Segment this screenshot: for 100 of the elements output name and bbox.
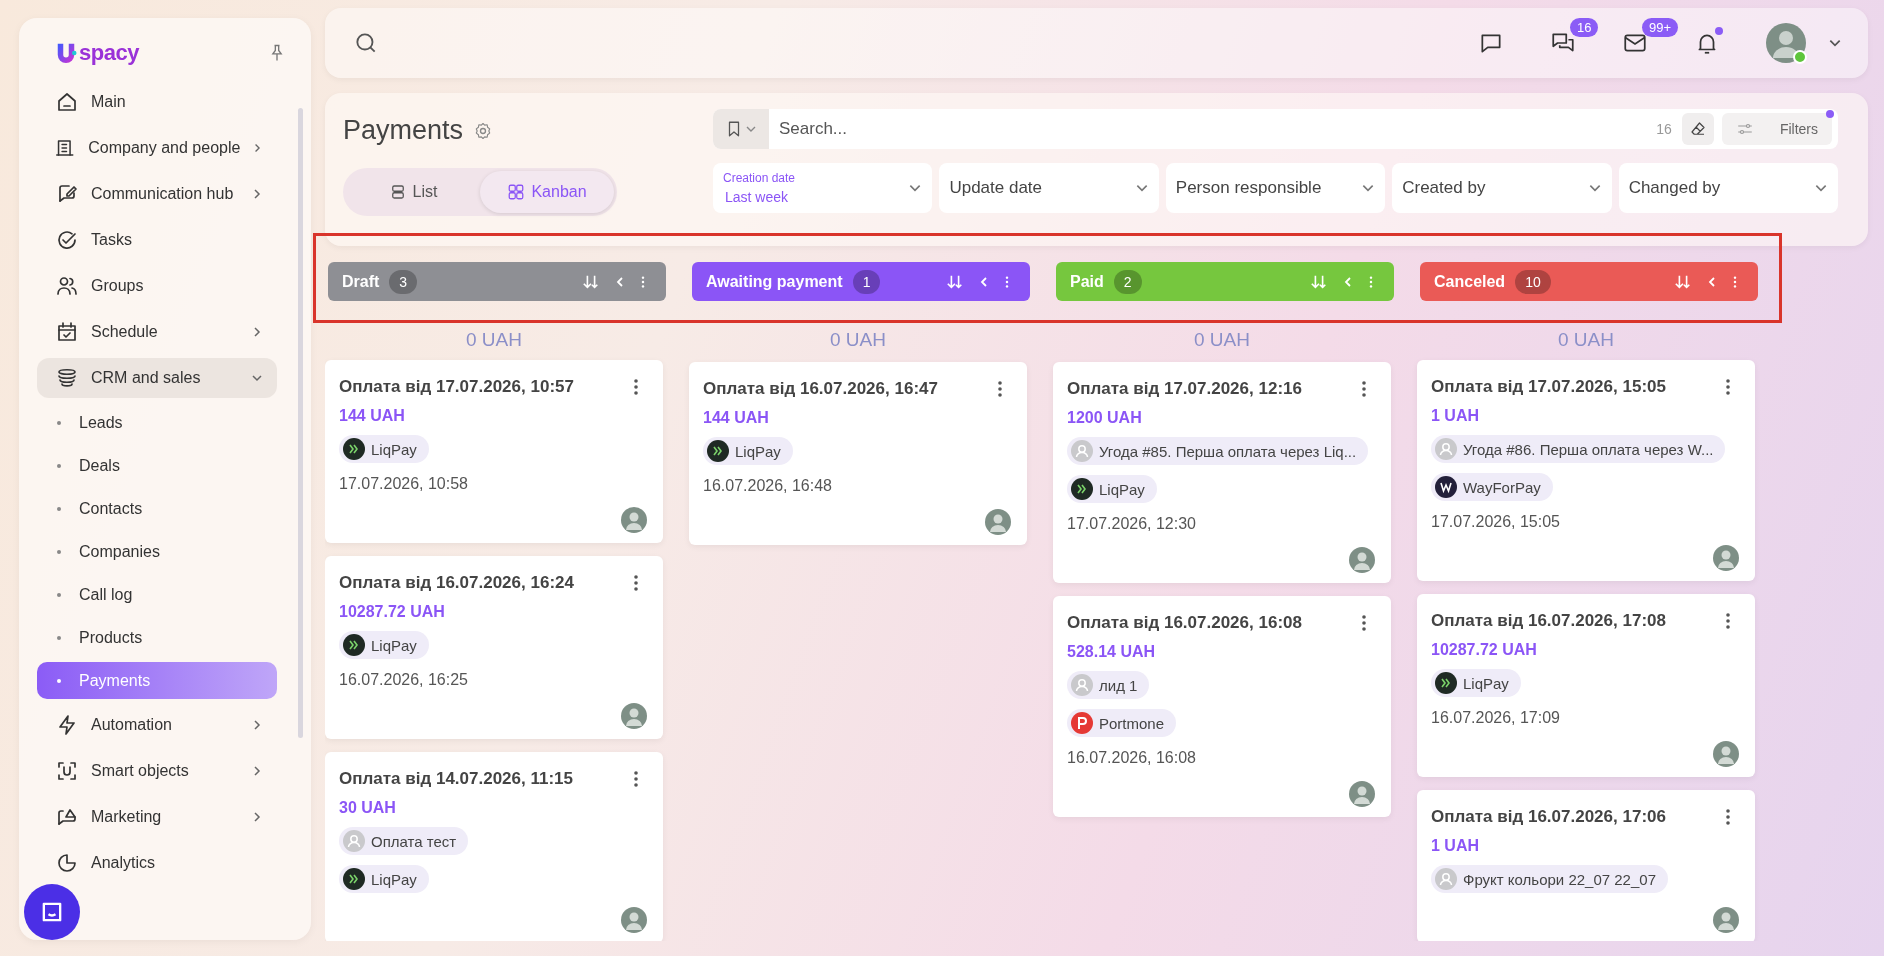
tag-chip[interactable]: LiqPay	[339, 865, 429, 893]
more-icon[interactable]	[633, 378, 639, 396]
tag-chip[interactable]: LiqPay	[1431, 669, 1521, 697]
more-icon[interactable]	[1361, 614, 1367, 632]
sidebar-subitem[interactable]: Products	[37, 619, 277, 656]
assignee-avatar-icon[interactable]	[621, 507, 647, 533]
sidebar-item[interactable]: Marketing	[37, 797, 277, 837]
payment-card[interactable]: Оплата від 16.07.2026, 17:06 1 UAH Фрукт кольори 22_07 22_07	[1417, 790, 1755, 941]
filter-dropdown[interactable]: Creation date Last week	[713, 163, 933, 213]
tag-chip[interactable]: WayForPay	[1431, 473, 1553, 501]
view-tab[interactable]: List	[346, 171, 480, 213]
more-icon[interactable]	[1725, 808, 1731, 826]
filter-dropdown[interactable]: Person responsible	[1165, 163, 1386, 213]
column-title: Canceled	[1434, 272, 1506, 291]
double-chevron-icon	[1435, 672, 1457, 694]
sidebar-subitem[interactable]: Companies	[37, 533, 277, 570]
more-icon[interactable]	[1004, 274, 1010, 289]
search-field[interactable]: Search...	[769, 119, 1657, 139]
tag-chip[interactable]: Portmone	[1067, 709, 1177, 737]
tag-chip[interactable]: LiqPay	[339, 631, 429, 659]
payment-card[interactable]: Оплата від 17.07.2026, 10:57 144 UAH LiqPay 17.07.2026, 10:58	[325, 360, 663, 543]
collapse-icon[interactable]	[1706, 275, 1718, 288]
assignee-avatar-icon[interactable]	[1349, 547, 1375, 573]
card-date: 17.07.2026, 15:05	[1431, 513, 1561, 531]
more-icon[interactable]	[1732, 274, 1738, 289]
sidebar-item[interactable]: Groups	[37, 266, 277, 306]
payment-amount: 1 UAH	[1431, 837, 1480, 855]
tag-chip[interactable]: LiqPay	[339, 435, 429, 463]
assignee-avatar-icon[interactable]	[621, 703, 647, 729]
card-title: Оплата від 14.07.2026, 11:15	[339, 769, 573, 789]
chat-support-button[interactable]	[24, 884, 80, 940]
payment-card[interactable]: Оплата від 16.07.2026, 16:47 144 UAH LiqPay 16.07.2026, 16:48	[689, 362, 1027, 545]
tag-chip[interactable]: LiqPay	[1067, 475, 1157, 503]
tag-chip[interactable]: лид 1	[1067, 671, 1150, 699]
more-icon[interactable]	[1725, 378, 1731, 396]
assignee-avatar-icon[interactable]	[1349, 781, 1375, 807]
sidebar-item[interactable]: Communication hub	[37, 174, 277, 214]
payment-card[interactable]: Оплата від 17.07.2026, 15:05 1 UAH Угода #86. Перша оплата через W... WayForPay 17.07.2026, 15:05	[1417, 360, 1755, 581]
saved-filters-button[interactable]	[713, 109, 769, 149]
tag-chip[interactable]: Угода #86. Перша оплата через W...	[1431, 435, 1726, 463]
assignee-avatar-icon[interactable]	[1713, 545, 1739, 571]
assignee-avatar-icon[interactable]	[621, 907, 647, 933]
assignee-avatar-icon[interactable]	[1713, 907, 1739, 933]
sidebar-item[interactable]: Tasks	[37, 220, 277, 260]
filter-dropdown[interactable]: Created by	[1392, 163, 1612, 213]
sidebar-item[interactable]: Main	[37, 82, 277, 122]
filter-dropdown[interactable]: Update date	[939, 163, 1159, 213]
tag-chip[interactable]: Оплата тест	[339, 827, 469, 855]
payment-card[interactable]: Оплата від 16.07.2026, 17:08 10287.72 UAH LiqPay 16.07.2026, 17:09	[1417, 594, 1755, 777]
grid-icon	[507, 183, 526, 201]
assignee-avatar-icon[interactable]	[985, 509, 1011, 535]
assignee-avatar-icon[interactable]	[1713, 741, 1739, 767]
card-title: Оплата від 17.07.2026, 12:16	[1067, 379, 1302, 399]
payment-card[interactable]: Оплата від 17.07.2026, 12:16 1200 UAH Угода #85. Перша оплата через Liq... LiqPay 17.07.2026, 12:30	[1053, 362, 1391, 583]
sidebar-item[interactable]: Schedule	[37, 312, 277, 352]
count-badge: 99+	[1642, 18, 1679, 37]
column-total: 0 UAH	[829, 329, 887, 352]
sidebar-item[interactable]: Automation	[37, 705, 277, 745]
check-circle-icon	[55, 228, 79, 252]
payment-card[interactable]: Оплата від 14.07.2026, 11:15 30 UAH Оплата тест LiqPay	[325, 752, 663, 941]
payment-amount: 528.14 UAH	[1067, 643, 1157, 661]
sidebar-item[interactable]: CRM and sales	[37, 358, 277, 398]
chevron-icon	[252, 142, 263, 154]
view-tab[interactable]: Kanban	[480, 171, 614, 213]
card-date: 16.07.2026, 16:25	[339, 671, 469, 689]
tag-chip[interactable]: LiqPay	[703, 437, 793, 465]
more-icon[interactable]	[633, 770, 639, 788]
sidebar-subitem[interactable]: Leads	[37, 404, 277, 441]
sidebar-subitem[interactable]: Deals	[37, 447, 277, 484]
search-bar[interactable]: Search... 16 Filters	[713, 109, 1838, 149]
sidebar-item[interactable]: Analytics	[37, 843, 277, 883]
more-icon[interactable]	[640, 274, 646, 289]
collapse-icon[interactable]	[978, 275, 990, 288]
chevron-icon	[251, 188, 263, 200]
more-icon[interactable]	[1725, 612, 1731, 630]
sidebar-subitem[interactable]: Call log	[37, 576, 277, 613]
double-chevron-icon	[343, 438, 365, 460]
tag-chip[interactable]: Фрукт кольори 22_07 22_07	[1431, 865, 1668, 893]
users-icon	[55, 274, 79, 298]
tag-chip[interactable]: Угода #85. Перша оплата через Liq...	[1067, 437, 1369, 465]
more-icon[interactable]	[633, 574, 639, 592]
count-badge: 10	[1515, 269, 1551, 294]
payment-card[interactable]: Оплата від 16.07.2026, 16:08 528.14 UAH лид 1 Portmone 16.07.2026, 16:08	[1053, 596, 1391, 817]
card-date: 16.07.2026, 17:09	[1431, 709, 1561, 727]
user-avatar-icon[interactable]	[1766, 23, 1806, 63]
card-title: Оплата від 17.07.2026, 10:57	[339, 377, 574, 397]
sidebar-item[interactable]: Smart objects	[37, 751, 277, 791]
more-icon[interactable]	[997, 380, 1003, 398]
more-icon[interactable]	[1361, 380, 1367, 398]
logo-icon	[55, 41, 77, 65]
sidebar-item[interactable]: Company and people	[37, 128, 277, 168]
filter-dropdown[interactable]: Changed by	[1618, 163, 1839, 213]
collapse-icon[interactable]	[614, 275, 626, 288]
sidebar-subitem[interactable]: Contacts	[37, 490, 277, 527]
payment-card[interactable]: Оплата від 16.07.2026, 16:24 10287.72 UAH LiqPay 16.07.2026, 16:25	[325, 556, 663, 739]
column-total: 0 UAH	[1193, 329, 1251, 352]
result-count: 16	[1656, 121, 1672, 137]
filters-button[interactable]: Filters	[1721, 113, 1832, 145]
payment-amount: 1 UAH	[1431, 407, 1480, 425]
clear-button[interactable]	[1681, 113, 1714, 145]
